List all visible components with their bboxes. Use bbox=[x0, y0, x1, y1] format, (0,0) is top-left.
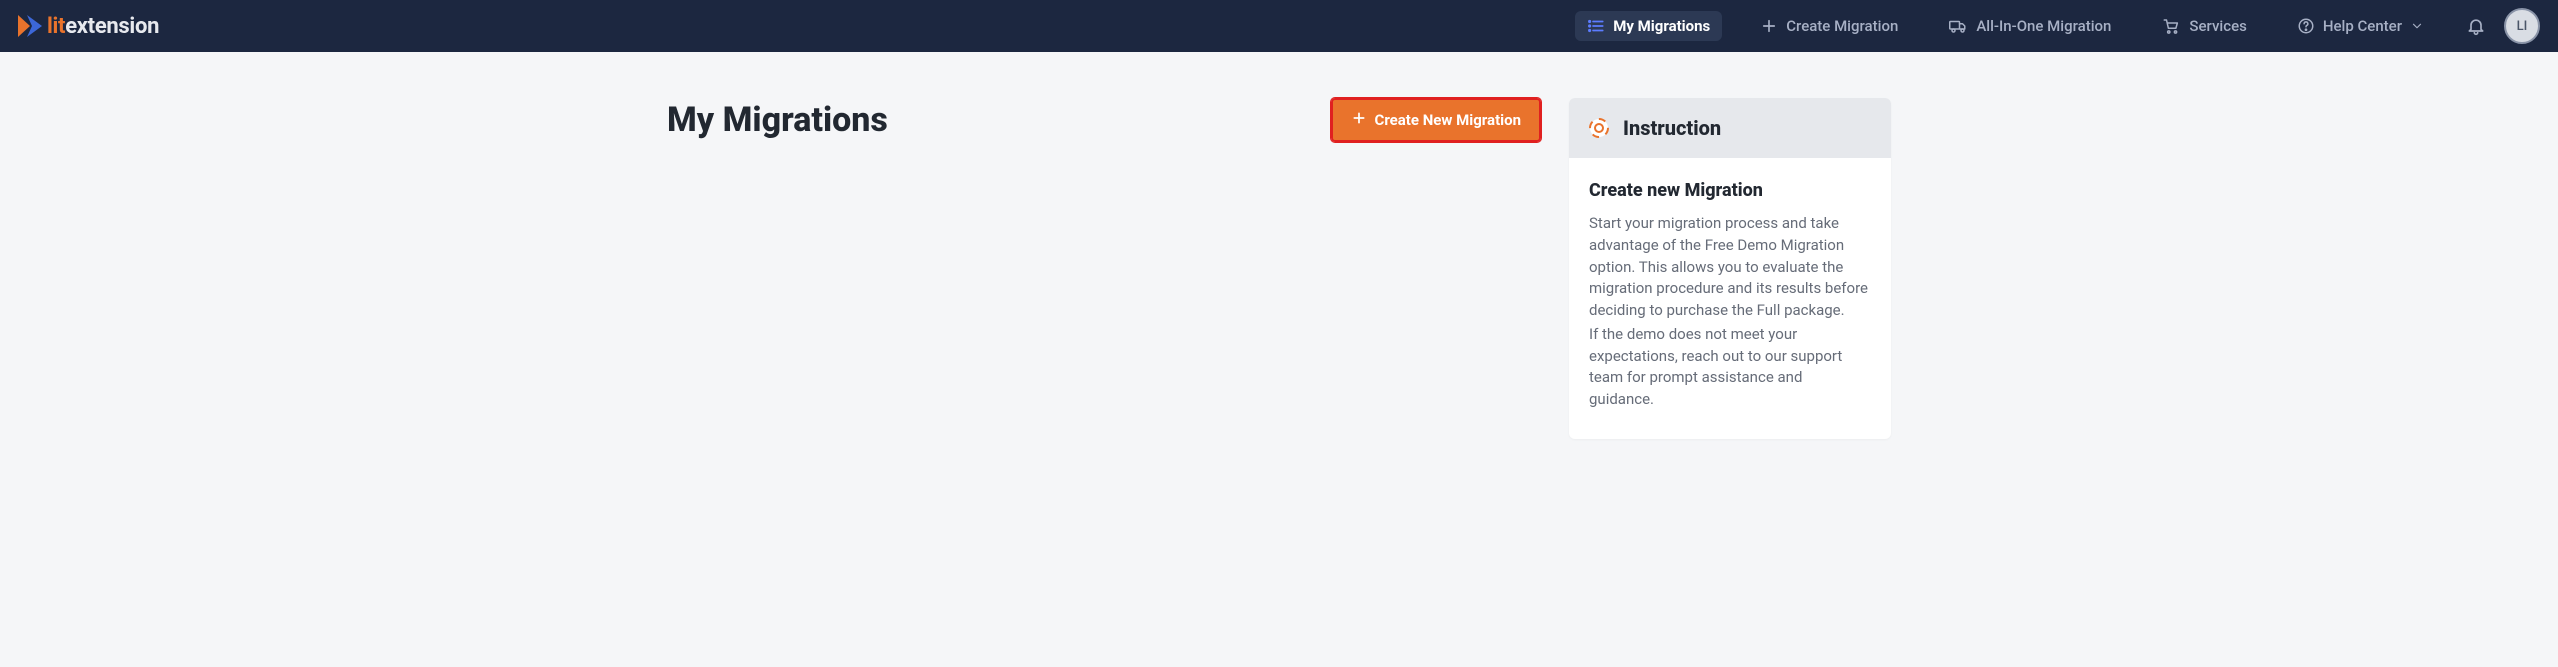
nav-label: My Migrations bbox=[1613, 17, 1710, 35]
nav-all-in-one[interactable]: All-In-One Migration bbox=[1936, 11, 2123, 41]
avatar-initials: LI bbox=[2517, 19, 2528, 34]
logo[interactable]: litextension bbox=[18, 14, 159, 39]
chevron-down-icon bbox=[2410, 19, 2424, 33]
nav-services[interactable]: Services bbox=[2149, 11, 2258, 41]
plus-icon bbox=[1351, 110, 1367, 130]
logo-text-ext: extension bbox=[65, 14, 159, 39]
nav-create-migration[interactable]: Create Migration bbox=[1748, 11, 1910, 41]
instruction-body: Create new Migration Start your migratio… bbox=[1569, 158, 1891, 439]
lifebuoy-icon bbox=[1587, 116, 1611, 140]
nav-label: Create Migration bbox=[1786, 17, 1898, 35]
header-right: LI bbox=[2466, 8, 2540, 44]
instruction-panel: Instruction Create new Migration Start y… bbox=[1569, 98, 1891, 439]
create-new-migration-button[interactable]: Create New Migration bbox=[1331, 98, 1542, 142]
instruction-title: Instruction bbox=[1623, 116, 1721, 140]
instruction-text: Start your migration process and take ad… bbox=[1589, 213, 1871, 411]
page-content: My Migrations Create New Migration bbox=[639, 52, 1919, 485]
list-icon bbox=[1587, 17, 1605, 35]
logo-text: litextension bbox=[47, 14, 159, 39]
avatar[interactable]: LI bbox=[2504, 8, 2540, 44]
nav-label: All-In-One Migration bbox=[1976, 17, 2111, 35]
app-header: litextension My Migrations bbox=[0, 0, 2558, 52]
bell-icon[interactable] bbox=[2466, 16, 2486, 36]
main-nav: My Migrations Create Migration All-I bbox=[1575, 11, 2436, 41]
logo-mark-icon bbox=[18, 15, 44, 37]
nav-label: Services bbox=[2189, 17, 2246, 35]
nav-label: Help Center bbox=[2323, 17, 2402, 35]
main-column: My Migrations Create New Migration bbox=[667, 98, 1541, 142]
help-circle-icon bbox=[2297, 17, 2315, 35]
plus-icon bbox=[1760, 17, 1778, 35]
create-button-label: Create New Migration bbox=[1375, 111, 1522, 129]
instruction-subtitle: Create new Migration bbox=[1589, 180, 1871, 201]
instruction-paragraph: If the demo does not meet your expectati… bbox=[1589, 324, 1871, 411]
instruction-paragraph: Start your migration process and take ad… bbox=[1589, 213, 1871, 322]
page-title: My Migrations bbox=[667, 100, 888, 140]
nav-help-center[interactable]: Help Center bbox=[2285, 11, 2436, 41]
instruction-header: Instruction bbox=[1569, 98, 1891, 158]
cart-icon bbox=[2161, 17, 2181, 35]
logo-text-lit: lit bbox=[47, 14, 65, 39]
truck-icon bbox=[1948, 17, 1968, 35]
nav-my-migrations[interactable]: My Migrations bbox=[1575, 11, 1722, 41]
main-header-row: My Migrations Create New Migration bbox=[667, 98, 1541, 142]
